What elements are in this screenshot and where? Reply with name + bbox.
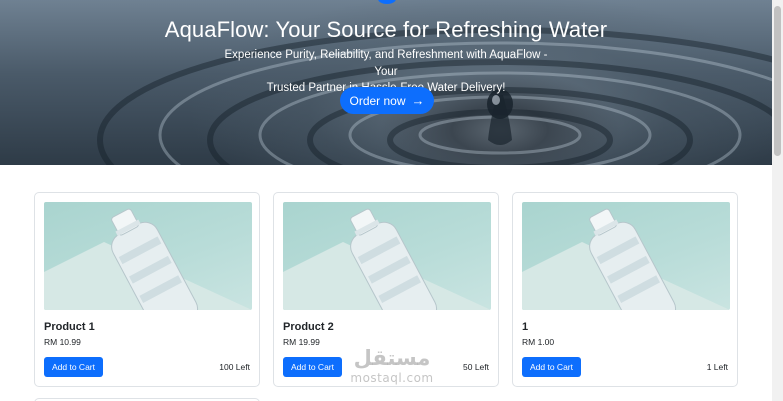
product-price: RM 1.00 xyxy=(522,337,555,347)
product-image xyxy=(522,202,730,310)
product-name: Product 1 xyxy=(44,321,95,333)
order-now-button[interactable]: Order now → xyxy=(340,87,434,114)
add-to-cart-button[interactable]: Add to Cart xyxy=(44,357,103,377)
watermark-latin: mostaql.com xyxy=(350,371,434,385)
product-price: RM 19.99 xyxy=(283,337,320,347)
page-scrollbar[interactable] xyxy=(772,0,783,401)
add-to-cart-button[interactable]: Add to Cart xyxy=(283,357,342,377)
watermark-arabic: مستقل xyxy=(353,346,431,370)
product-image xyxy=(283,202,491,310)
hero-banner: AquaFlow: Your Source for Refreshing Wat… xyxy=(0,0,772,165)
stock-count: 50 Left xyxy=(463,362,489,372)
stock-count: 1 Left xyxy=(706,362,728,372)
product-name: Product 2 xyxy=(283,321,334,333)
product-image xyxy=(44,202,252,310)
product-price: RM 10.99 xyxy=(44,337,81,347)
hero-subtitle-line-1: Experience Purity, Reliability, and Refr… xyxy=(224,49,548,78)
mostaql-watermark: مستقل mostaql.com xyxy=(340,345,444,393)
hero-title: AquaFlow: Your Source for Refreshing Wat… xyxy=(164,17,608,42)
stock-count: 100 Left xyxy=(219,362,250,372)
add-to-cart-button[interactable]: Add to Cart xyxy=(522,357,581,377)
order-now-label: Order now xyxy=(349,93,406,108)
arrow-right-icon: → xyxy=(411,93,425,108)
water-bottle-image xyxy=(283,208,491,310)
water-bottle-image xyxy=(522,208,730,310)
product-name: 1 xyxy=(522,321,529,333)
scrollbar-thumb[interactable] xyxy=(774,6,781,156)
product-card: Product 1 RM 10.99 Add to Cart 100 Left xyxy=(34,192,260,387)
product-card: 1 RM 1.00 Add to Cart 1 Left xyxy=(512,192,738,387)
water-bottle-image xyxy=(44,208,252,310)
